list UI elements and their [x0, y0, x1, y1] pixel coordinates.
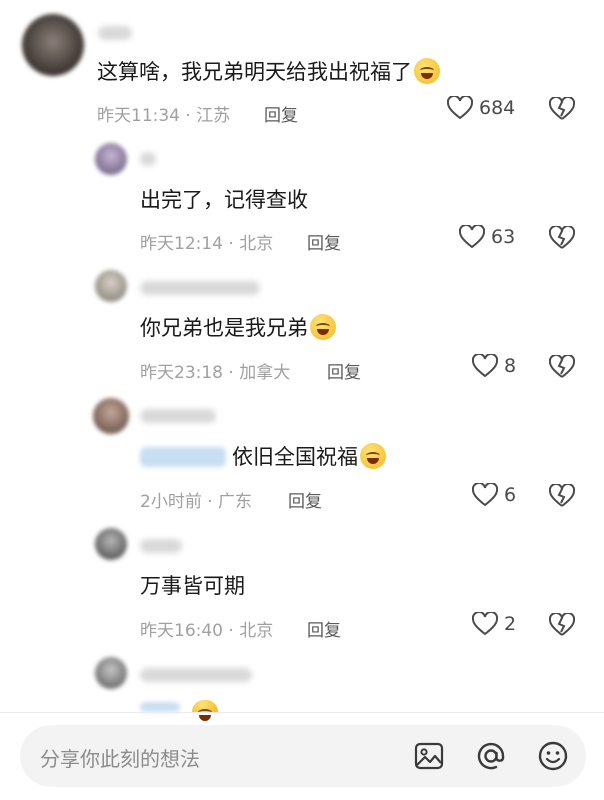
reply-button[interactable]: 回复 [288, 487, 322, 512]
comment-meta: 昨天11:34 · 江苏 [97, 106, 231, 126]
like-button[interactable]: 63 [459, 225, 515, 249]
comment-input-placeholder[interactable]: 分享你此刻的想法 [40, 743, 200, 772]
avatar[interactable] [95, 143, 127, 175]
grin-emoji-icon [192, 700, 218, 721]
reply-button[interactable]: 回复 [307, 229, 341, 254]
comment-meta: 昨天12:14 · 北京 [140, 234, 274, 254]
avatar[interactable] [95, 657, 127, 689]
broken-heart-icon [549, 484, 575, 507]
avatar[interactable] [22, 14, 84, 76]
mention-blurred[interactable] [140, 447, 226, 467]
avatar[interactable] [95, 528, 127, 560]
mention-blurred[interactable] [140, 702, 180, 712]
like-count: 6 [504, 484, 517, 506]
comment-text: 万事皆可期 [140, 574, 245, 598]
broken-heart-icon [549, 355, 575, 378]
dislike-button[interactable] [549, 226, 575, 250]
like-button[interactable]: 684 [447, 96, 515, 120]
comment-input-bar[interactable]: 分享你此刻的想法 [20, 725, 586, 787]
dislike-button[interactable] [549, 484, 575, 508]
comment-text-content: 依旧全国祝福 [232, 445, 358, 469]
avatar[interactable] [93, 398, 129, 434]
like-count: 684 [479, 97, 516, 119]
comment-text: 这算啥，我兄弟明天给我出祝福了 [97, 58, 440, 86]
like-button[interactable]: 6 [472, 483, 516, 507]
at-icon [477, 742, 505, 770]
heart-icon [447, 96, 473, 120]
heart-icon [472, 612, 498, 636]
heart-icon [459, 225, 485, 249]
dislike-button[interactable] [549, 355, 575, 379]
reply-button[interactable]: 回复 [307, 616, 341, 641]
comment-text: 依旧全国祝福 [140, 443, 386, 471]
like-count: 63 [491, 226, 516, 248]
emoji-icon [538, 741, 568, 771]
mention-button[interactable] [474, 739, 508, 777]
username-blurred[interactable] [140, 668, 252, 682]
comment-meta: 2小时前 · 广东 [140, 492, 253, 512]
username-blurred[interactable] [140, 281, 260, 295]
avatar[interactable] [95, 270, 127, 302]
comment-meta: 昨天23:18 · 加拿大 [140, 363, 291, 383]
username-blurred[interactable] [140, 409, 216, 423]
username-blurred[interactable] [98, 26, 132, 40]
broken-heart-icon [549, 613, 575, 636]
comment-text-content: 你兄弟也是我兄弟 [140, 316, 308, 340]
like-button[interactable]: 2 [472, 612, 516, 636]
reply-button[interactable]: 回复 [327, 358, 361, 383]
heart-icon [472, 483, 498, 507]
like-button[interactable]: 8 [472, 354, 516, 378]
comment-text-content: 这算啥，我兄弟明天给我出祝福了 [97, 60, 412, 84]
input-divider [0, 712, 604, 713]
image-icon [414, 742, 444, 770]
heart-icon [472, 354, 498, 378]
reply-button[interactable]: 回复 [264, 101, 298, 126]
comment-text: 你兄弟也是我兄弟 [140, 314, 336, 342]
laugh-cry-emoji-icon [414, 58, 440, 84]
dislike-button[interactable] [549, 97, 575, 121]
comment-text: 出完了，记得查收 [140, 188, 308, 212]
username-blurred[interactable] [140, 539, 182, 553]
dislike-button[interactable] [549, 613, 575, 637]
like-count: 8 [504, 355, 517, 377]
broken-heart-icon [549, 97, 575, 120]
emoji-button[interactable] [536, 739, 570, 777]
laugh-cry-emoji-icon [360, 443, 386, 469]
image-button[interactable] [412, 739, 446, 777]
like-count: 2 [504, 613, 517, 635]
broken-heart-icon [549, 226, 575, 249]
username-blurred[interactable] [140, 152, 156, 166]
grin-emoji-icon [310, 314, 336, 340]
comment-meta: 昨天16:40 · 北京 [140, 621, 274, 641]
